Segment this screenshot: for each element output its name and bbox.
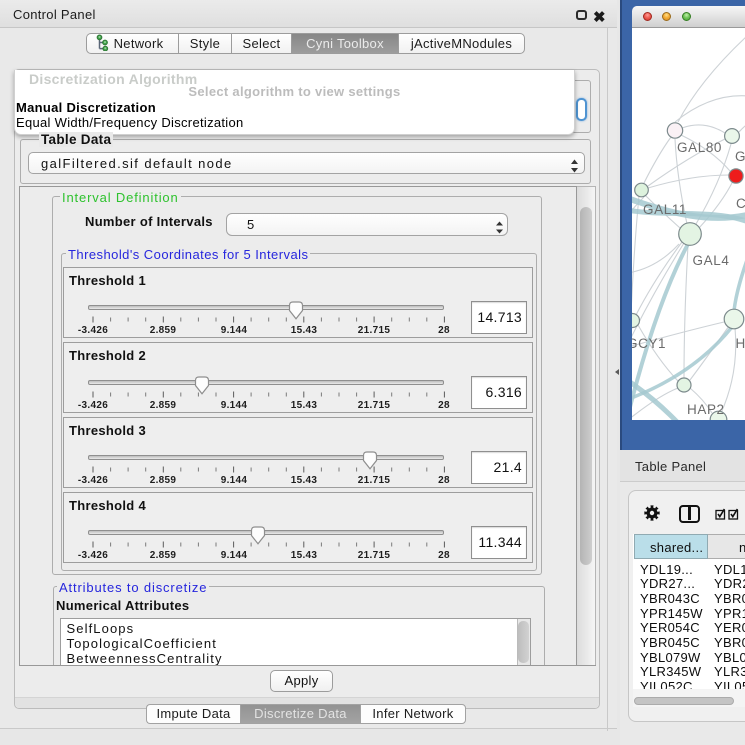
- svg-text:GAL11: GAL11: [643, 202, 687, 217]
- svg-text:GCY1: GCY1: [632, 336, 666, 351]
- svg-text:HAP2: HAP2: [687, 402, 725, 417]
- svg-text:HI: HI: [736, 336, 745, 351]
- svg-text:GA: GA: [735, 149, 745, 164]
- svg-text:C: C: [736, 196, 745, 211]
- svg-text:GAL4: GAL4: [693, 253, 730, 268]
- svg-text:GAL80: GAL80: [677, 140, 722, 155]
